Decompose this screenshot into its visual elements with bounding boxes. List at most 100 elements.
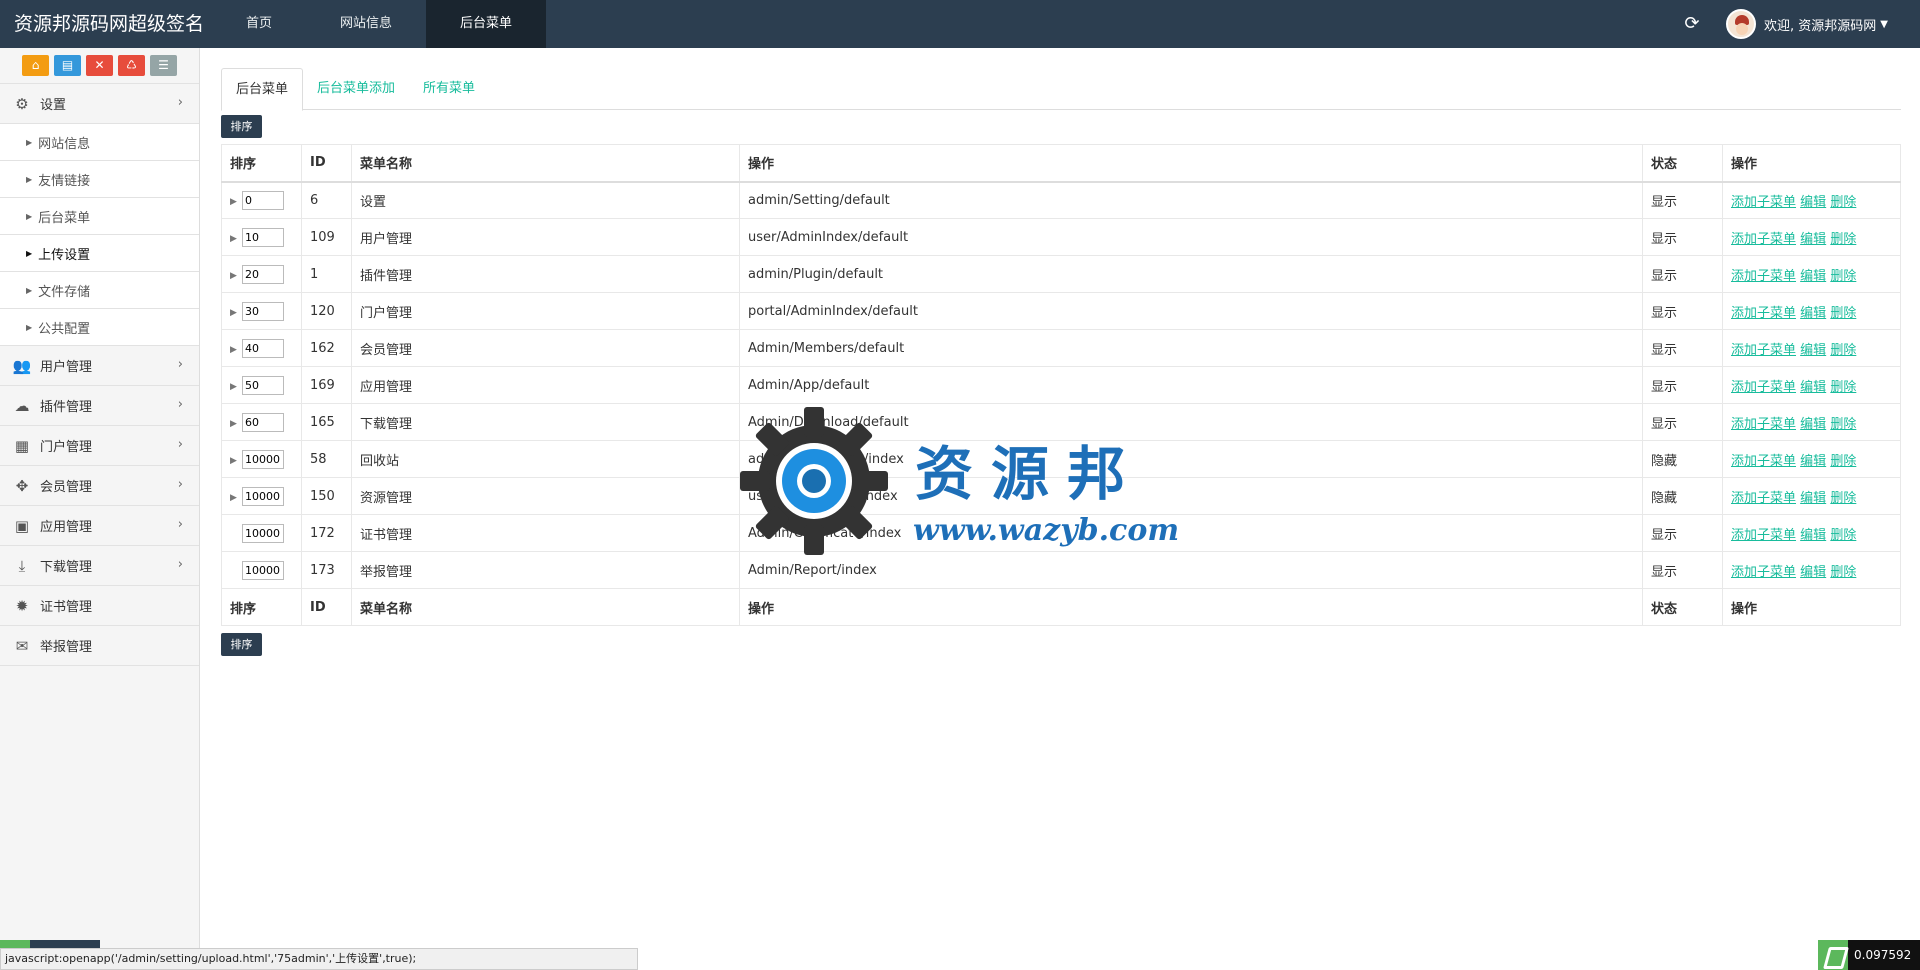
expand-triangle-icon[interactable]: ▶ bbox=[230, 308, 242, 318]
brand-title[interactable]: 资源邦源码网超级签名 bbox=[14, 0, 204, 48]
nav-home[interactable]: 首页 bbox=[212, 0, 306, 48]
add-submenu-link[interactable]: 添加子菜单 bbox=[1731, 306, 1796, 321]
sort-order-input[interactable] bbox=[242, 560, 284, 580]
sidebar-item-file-storage[interactable]: ▶ 文件存储 bbox=[0, 272, 199, 309]
edit-link[interactable]: 编辑 bbox=[1800, 343, 1826, 358]
sort-order-input[interactable] bbox=[242, 523, 284, 543]
sort-order-input[interactable] bbox=[242, 375, 284, 395]
expand-triangle-icon[interactable]: ▶ bbox=[230, 382, 242, 392]
sort-button-bottom[interactable]: 排序 bbox=[221, 633, 262, 656]
delete-link[interactable]: 删除 bbox=[1830, 565, 1856, 580]
edit-link[interactable]: 编辑 bbox=[1800, 232, 1826, 247]
cell-sort: ▶ bbox=[221, 292, 302, 330]
sidebar-group-users[interactable]: 👥 用户管理 › bbox=[0, 346, 199, 386]
delete-link[interactable]: 删除 bbox=[1830, 195, 1856, 210]
edit-link[interactable]: 编辑 bbox=[1800, 491, 1826, 506]
edit-link[interactable]: 编辑 bbox=[1800, 528, 1826, 543]
sort-order-input[interactable] bbox=[242, 301, 284, 321]
sort-order-input[interactable] bbox=[242, 227, 284, 247]
cell-name: 资源管理 bbox=[351, 477, 740, 515]
sidebar-group-portal[interactable]: ▦ 门户管理 › bbox=[0, 426, 199, 466]
tab-admin-menu-add[interactable]: 后台菜单添加 bbox=[303, 68, 409, 110]
sort-order-input[interactable] bbox=[242, 449, 284, 469]
expand-triangle-icon[interactable]: ▶ bbox=[230, 345, 242, 355]
add-submenu-link[interactable]: 添加子菜单 bbox=[1731, 528, 1796, 543]
sidebar-group-plugins[interactable]: ☁ 插件管理 › bbox=[0, 386, 199, 426]
add-submenu-link[interactable]: 添加子菜单 bbox=[1731, 343, 1796, 358]
sort-order-input[interactable] bbox=[242, 412, 284, 432]
user-menu[interactable]: 欢迎, 资源邦源码网 ▼ bbox=[1726, 8, 1888, 40]
caret-down-icon: ▼ bbox=[1880, 18, 1888, 30]
expand-triangle-icon[interactable]: ▶ bbox=[230, 419, 242, 429]
sort-order-input[interactable] bbox=[242, 264, 284, 284]
delete-link[interactable]: 删除 bbox=[1830, 417, 1856, 432]
sidebar-item-label: 网站信息 bbox=[38, 136, 91, 152]
edit-link[interactable]: 编辑 bbox=[1800, 269, 1826, 284]
recycle-icon[interactable]: ♺ bbox=[118, 55, 145, 76]
expand-triangle-icon[interactable]: ▶ bbox=[230, 197, 242, 207]
cell-name: 门户管理 bbox=[351, 292, 740, 330]
top-navbar: 资源邦源码网超级签名 首页 网站信息 后台菜单 ⟳ 欢迎, 资源邦源码网 ▼ bbox=[0, 0, 1920, 48]
caret-right-icon: ▶ bbox=[26, 174, 33, 184]
tab-all-menus[interactable]: 所有菜单 bbox=[409, 68, 489, 110]
expand-triangle-icon[interactable]: ▶ bbox=[230, 234, 242, 244]
delete-link[interactable]: 删除 bbox=[1830, 528, 1856, 543]
sort-order-input[interactable] bbox=[242, 190, 284, 210]
sidebar-group-reports[interactable]: ✉ 举报管理 bbox=[0, 626, 199, 666]
edit-link[interactable]: 编辑 bbox=[1800, 306, 1826, 321]
edit-link[interactable]: 编辑 bbox=[1800, 565, 1826, 580]
sidebar-item-upload-settings[interactable]: ▶ 上传设置 bbox=[0, 235, 199, 272]
expand-triangle-icon[interactable]: ▶ bbox=[230, 493, 242, 503]
nav-site-info[interactable]: 网站信息 bbox=[306, 0, 426, 48]
cell-sort: ▶ bbox=[221, 329, 302, 367]
trash-icon[interactable]: ✕ bbox=[86, 55, 113, 76]
file-icon[interactable]: ▤ bbox=[54, 55, 81, 76]
edit-link[interactable]: 编辑 bbox=[1800, 454, 1826, 469]
delete-link[interactable]: 删除 bbox=[1830, 306, 1856, 321]
delete-link[interactable]: 删除 bbox=[1830, 269, 1856, 284]
sort-order-input[interactable] bbox=[242, 486, 284, 506]
delete-link[interactable]: 删除 bbox=[1830, 454, 1856, 469]
tab-admin-menu[interactable]: 后台菜单 bbox=[221, 68, 304, 111]
add-submenu-link[interactable]: 添加子菜单 bbox=[1731, 269, 1796, 284]
sidebar-group-settings[interactable]: ⚙ 设置 › bbox=[0, 84, 199, 124]
expand-triangle-icon[interactable]: ▶ bbox=[230, 271, 242, 281]
delete-link[interactable]: 删除 bbox=[1830, 232, 1856, 247]
list-icon[interactable]: ☰ bbox=[150, 55, 177, 76]
add-submenu-link[interactable]: 添加子菜单 bbox=[1731, 417, 1796, 432]
delete-link[interactable]: 删除 bbox=[1830, 343, 1856, 358]
add-submenu-link[interactable]: 添加子菜单 bbox=[1731, 565, 1796, 580]
edit-link[interactable]: 编辑 bbox=[1800, 417, 1826, 432]
cell-path: Admin/App/default bbox=[739, 366, 1643, 404]
add-submenu-link[interactable]: 添加子菜单 bbox=[1731, 232, 1796, 247]
sidebar-item-site-info[interactable]: ▶ 网站信息 bbox=[0, 124, 199, 161]
edit-link[interactable]: 编辑 bbox=[1800, 380, 1826, 395]
grid-icon: ▦ bbox=[14, 436, 30, 455]
add-submenu-link[interactable]: 添加子菜单 bbox=[1731, 491, 1796, 506]
delete-link[interactable]: 删除 bbox=[1830, 491, 1856, 506]
add-submenu-link[interactable]: 添加子菜单 bbox=[1731, 380, 1796, 395]
add-submenu-link[interactable]: 添加子菜单 bbox=[1731, 454, 1796, 469]
sidebar-group-members[interactable]: ✥ 会员管理 › bbox=[0, 466, 199, 506]
sidebar-item-admin-menu[interactable]: ▶ 后台菜单 bbox=[0, 198, 199, 235]
col-sort: 排序 bbox=[221, 144, 302, 183]
add-submenu-link[interactable]: 添加子菜单 bbox=[1731, 195, 1796, 210]
sidebar-item-friend-links[interactable]: ▶ 友情链接 bbox=[0, 161, 199, 198]
cell-actions: 添加子菜单 编辑 删除 bbox=[1722, 218, 1901, 256]
cell-sort: ▶ bbox=[221, 440, 302, 478]
delete-link[interactable]: 删除 bbox=[1830, 380, 1856, 395]
sidebar-group-downloads[interactable]: ⤓ 下载管理 › bbox=[0, 546, 199, 586]
sort-order-input[interactable] bbox=[242, 338, 284, 358]
home-icon[interactable]: ⌂ bbox=[22, 55, 49, 76]
sidebar-group-apps[interactable]: ▣ 应用管理 › bbox=[0, 506, 199, 546]
refresh-icon[interactable]: ⟳ bbox=[1680, 12, 1704, 36]
cell-actions: 添加子菜单 编辑 删除 bbox=[1722, 329, 1901, 367]
expand-triangle-icon[interactable]: ▶ bbox=[230, 456, 242, 466]
nav-admin-menu[interactable]: 后台菜单 bbox=[426, 0, 547, 48]
caret-right-icon: ▶ bbox=[26, 137, 33, 147]
sort-button-top[interactable]: 排序 bbox=[221, 115, 262, 138]
edit-link[interactable]: 编辑 bbox=[1800, 195, 1826, 210]
sidebar-item-public-config[interactable]: ▶ 公共配置 bbox=[0, 309, 199, 346]
sidebar-group-certificates[interactable]: ✹ 证书管理 bbox=[0, 586, 199, 626]
cell-status: 显示 bbox=[1642, 181, 1723, 219]
